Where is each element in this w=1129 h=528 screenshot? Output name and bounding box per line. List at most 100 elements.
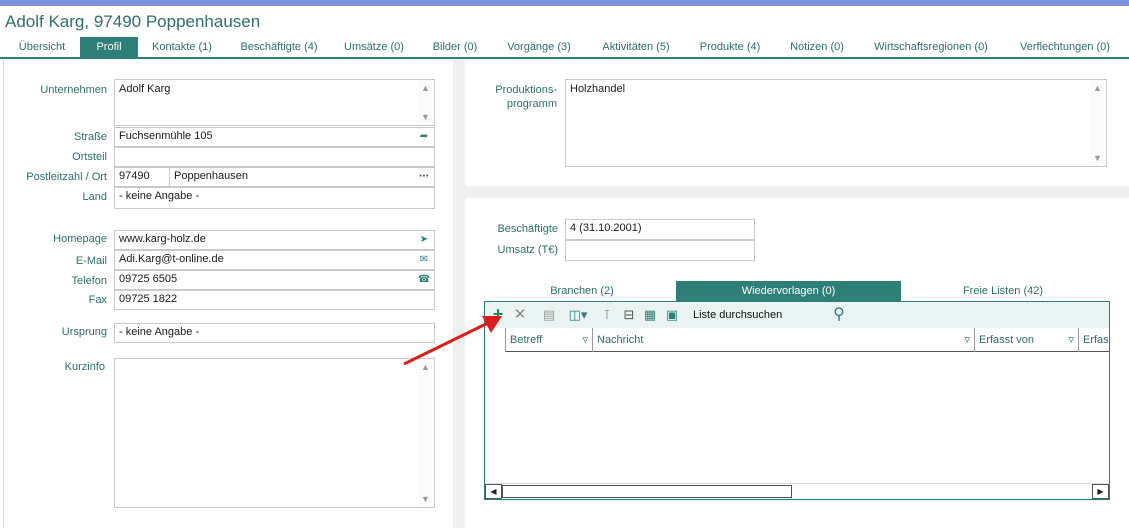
tab-notizen[interactable]: Notizen (0): [782, 37, 852, 58]
search-list-label: Liste durchsuchen: [693, 309, 783, 321]
grid-horizontal-scrollbar[interactable]: ◀ ▶: [485, 483, 1109, 499]
kurzinfo-label: Kurzinfo: [64, 361, 105, 373]
email-label: E-Mail: [75, 255, 107, 267]
tab-beschaeftigte[interactable]: Beschäftigte (4): [232, 37, 326, 58]
col-erfasst-von[interactable]: Erfasst von ▿: [974, 328, 1078, 352]
unternehmen-field[interactable]: Adolf Karg ▲ ▼: [114, 79, 435, 126]
filter-icon[interactable]: ▿: [964, 328, 970, 352]
col-nachricht[interactable]: Nachricht ▿: [592, 328, 974, 352]
window-top-bar: [0, 0, 1129, 6]
email-field[interactable]: Adi.Karg@t-online.de ✉: [114, 250, 435, 270]
edit-document-icon[interactable]: ▤: [540, 305, 558, 325]
tab-profil[interactable]: Profil: [80, 37, 138, 58]
ort-field[interactable]: Poppenhausen ⋯: [169, 167, 435, 187]
tab-underline: [0, 57, 1129, 59]
produktionsprogramm-label-1: Produktions-: [495, 84, 557, 96]
subtab-branchen[interactable]: Branchen (2): [490, 281, 674, 301]
tab-uebersicht[interactable]: Übersicht: [12, 37, 72, 58]
ortsteil-label: Ortsteil: [72, 151, 107, 163]
beschaeftigte-field[interactable]: 4 (31.10.2001): [565, 219, 755, 240]
annotation-arrow-line: [403, 320, 491, 366]
scroll-up-icon[interactable]: ▲: [1089, 80, 1106, 96]
filter-icon[interactable]: ▿: [582, 328, 588, 352]
col-erfasst-am[interactable]: Erfass: [1078, 328, 1109, 352]
export-icon[interactable]: ⊟: [620, 305, 638, 325]
send-mail-icon[interactable]: ✉: [416, 253, 432, 267]
produktionsprogramm-field[interactable]: Holzhandel ▲ ▼: [565, 79, 1107, 167]
kurzinfo-scrollbar[interactable]: ▲ ▼: [417, 359, 434, 507]
col-nachricht-label: Nachricht: [597, 334, 644, 346]
scroll-down-icon[interactable]: ▼: [417, 109, 434, 125]
unternehmen-label: Unternehmen: [40, 84, 107, 96]
tab-produkte[interactable]: Produkte (4): [690, 37, 770, 58]
scroll-down-icon[interactable]: ▼: [1089, 150, 1106, 166]
clear-filter-icon[interactable]: ⊺: [597, 305, 617, 325]
umsatz-field[interactable]: [565, 240, 755, 261]
kurzinfo-field[interactable]: ▲ ▼: [114, 358, 435, 508]
tab-umsaetze[interactable]: Umsätze (0): [336, 37, 412, 58]
main-tabs: Übersicht Profil Kontakte (1) Beschäftig…: [0, 37, 1129, 58]
ursprung-value: - keine Angabe -: [119, 326, 200, 338]
land-label: Land: [82, 191, 107, 203]
subtab-wiedervorlagen[interactable]: Wiedervorlagen (0): [676, 281, 901, 301]
tab-bilder[interactable]: Bilder (0): [426, 37, 484, 58]
beschaeftigte-value: 4 (31.10.2001): [570, 222, 642, 234]
call-phone-icon[interactable]: ☎: [416, 273, 432, 287]
beschaeftigte-label: Beschäftigte: [497, 223, 558, 235]
plz-field[interactable]: 97490: [114, 167, 170, 187]
annotation-arrow: [403, 316, 502, 366]
grid-toolbar: + ✕ ▤ ◫▾ ⊺ ⊟ ▦ ▣ Liste durchsuchen ⚲: [485, 302, 1109, 328]
more-options-icon[interactable]: ⋯: [416, 170, 432, 184]
telefon-label: Telefon: [71, 275, 107, 287]
tab-wirtschaftsregionen[interactable]: Wirtschaftsregionen (0): [866, 37, 996, 58]
telefon-field[interactable]: 09725 6505 ☎: [114, 270, 435, 290]
homepage-field[interactable]: www.karg-holz.de ➤: [114, 230, 435, 250]
scroll-right-icon[interactable]: ▶: [1092, 484, 1109, 499]
tab-verflechtungen[interactable]: Verflechtungen (0): [1010, 37, 1120, 58]
col-betreff-label: Betreff: [510, 334, 543, 346]
column-chooser-icon[interactable]: ◫▾: [567, 305, 589, 325]
unternehmen-scrollbar[interactable]: ▲ ▼: [417, 80, 434, 125]
strasse-label: Straße: [73, 131, 107, 143]
ortsteil-field[interactable]: [114, 147, 435, 167]
fax-field[interactable]: 09725 1822: [114, 290, 435, 310]
page-title: Adolf Karg, 97490 Poppenhausen: [5, 12, 261, 31]
fax-label: Fax: [88, 294, 107, 306]
open-website-icon[interactable]: ➤: [416, 233, 432, 247]
tab-aktivitaeten[interactable]: Aktivitäten (5): [592, 37, 680, 58]
subtab-freie-listen[interactable]: Freie Listen (42): [903, 281, 1103, 301]
tab-vorgaenge[interactable]: Vorgänge (3): [498, 37, 580, 58]
col-erfasst-von-label: Erfasst von: [979, 334, 1035, 346]
filter-icon[interactable]: ▿: [1068, 328, 1074, 352]
umsatz-label: Umsatz (T€): [497, 244, 559, 256]
tab-kontakte[interactable]: Kontakte (1): [144, 37, 220, 58]
ort-value: Poppenhausen: [174, 170, 249, 182]
fit-columns-icon[interactable]: ▣: [663, 305, 681, 325]
scroll-left-icon[interactable]: ◀: [485, 484, 502, 499]
plz-ort-label: Postleitzahl / Ort: [26, 171, 107, 183]
strasse-value: Fuchsenmühle 105: [119, 130, 213, 142]
search-icon[interactable]: ⚲: [828, 305, 850, 325]
col-erfasst-am-label: Erfass: [1083, 334, 1109, 346]
delete-icon[interactable]: ✕: [511, 305, 529, 325]
right-panel-separator: [465, 186, 1129, 198]
col-betreff[interactable]: Betreff ▿: [505, 328, 592, 352]
produktionsprogramm-value: Holzhandel: [570, 83, 626, 95]
telefon-value: 09725 6505: [119, 273, 178, 285]
email-value: Adi.Karg@t-online.de: [119, 253, 224, 265]
land-value: - keine Angabe -: [119, 190, 200, 202]
grid-header: Betreff ▿ Nachricht ▿ Erfasst von ▿ Erfa…: [505, 328, 1109, 352]
map-route-icon[interactable]: ➦: [416, 130, 432, 144]
ursprung-label: Ursprung: [61, 326, 107, 338]
ursprung-field[interactable]: - keine Angabe -: [114, 323, 435, 343]
strasse-field[interactable]: Fuchsenmühle 105 ➦: [114, 127, 435, 147]
land-field[interactable]: - keine Angabe -: [114, 187, 435, 209]
layout-icon[interactable]: ▦: [641, 305, 659, 325]
homepage-value: www.karg-holz.de: [119, 233, 206, 245]
scroll-thumb[interactable]: [502, 485, 792, 498]
scroll-down-icon[interactable]: ▼: [417, 491, 434, 507]
produktionsprogramm-scrollbar[interactable]: ▲ ▼: [1089, 80, 1106, 166]
unternehmen-value: Adolf Karg: [119, 83, 171, 95]
plz-value: 97490: [119, 170, 150, 182]
scroll-up-icon[interactable]: ▲: [417, 80, 434, 96]
